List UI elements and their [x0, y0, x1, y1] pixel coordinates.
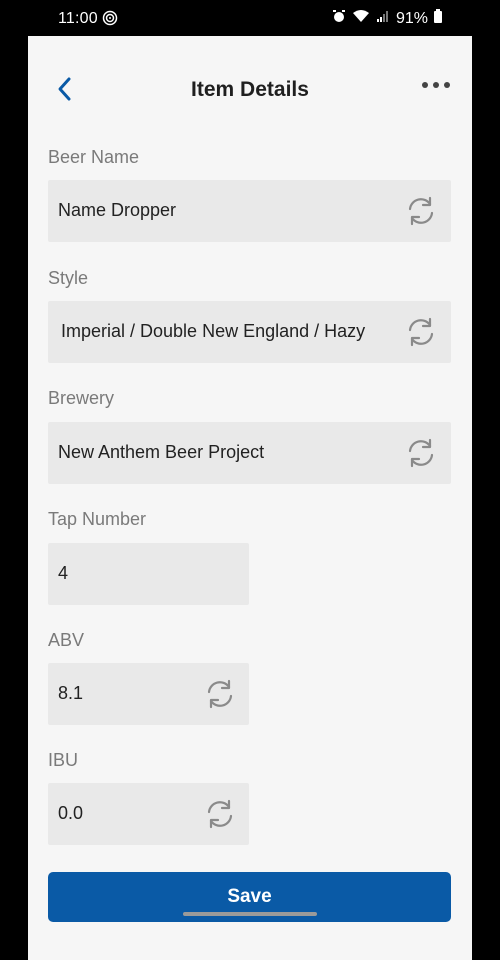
- item-details-page: Item Details Beer Name Name Dropper Styl…: [28, 36, 472, 960]
- battery-icon: [434, 9, 442, 28]
- phone-screen: 11:00 91% Item Details Beer Name Name Dr…: [28, 0, 472, 960]
- more-dot: [444, 82, 450, 88]
- tap-number-field[interactable]: 4: [48, 543, 249, 605]
- battery-percent: 91%: [395, 9, 428, 27]
- alarm-icon: [332, 9, 346, 28]
- brewery-label: Brewery: [48, 388, 115, 408]
- home-indicator[interactable]: [183, 912, 317, 916]
- page-title: Item Details: [191, 78, 309, 101]
- tap-number-value: 4: [58, 563, 69, 583]
- abv-value: 8.1: [58, 683, 84, 703]
- tap-number-label: Tap Number: [48, 509, 147, 529]
- more-options-button[interactable]: [422, 82, 450, 88]
- ibu-label: IBU: [48, 750, 79, 770]
- refresh-icon[interactable]: [405, 195, 437, 227]
- refresh-icon[interactable]: [405, 316, 437, 348]
- signal-icon: [376, 9, 390, 28]
- refresh-icon[interactable]: [405, 437, 437, 469]
- refresh-icon[interactable]: [204, 678, 236, 710]
- style-value: Imperial / Double New England / Hazy: [61, 321, 366, 341]
- more-dot: [433, 82, 439, 88]
- ibu-value: 0.0: [58, 803, 84, 823]
- status-time: 11:00: [58, 10, 98, 27]
- cast-icon: [102, 10, 118, 31]
- brewery-value: New Anthem Beer Project: [58, 442, 265, 462]
- style-field[interactable]: Imperial / Double New England / Hazy: [48, 301, 451, 363]
- more-horizontal-icon: [422, 82, 428, 88]
- status-bar: 11:00 91%: [28, 0, 472, 36]
- save-area: Save: [28, 852, 472, 960]
- abv-label: ABV: [48, 630, 85, 650]
- style-label: Style: [48, 268, 89, 288]
- status-right: 91%: [332, 9, 442, 28]
- abv-field[interactable]: 8.1: [48, 663, 249, 725]
- refresh-icon[interactable]: [204, 798, 236, 830]
- beer-name-label: Beer Name: [48, 147, 140, 167]
- ibu-field[interactable]: 0.0: [48, 783, 249, 845]
- brewery-field[interactable]: New Anthem Beer Project: [48, 422, 451, 484]
- beer-name-value: Name Dropper: [58, 200, 177, 220]
- beer-name-field[interactable]: Name Dropper: [48, 180, 451, 242]
- wifi-icon: [352, 9, 370, 28]
- top-bar: Item Details: [28, 36, 472, 140]
